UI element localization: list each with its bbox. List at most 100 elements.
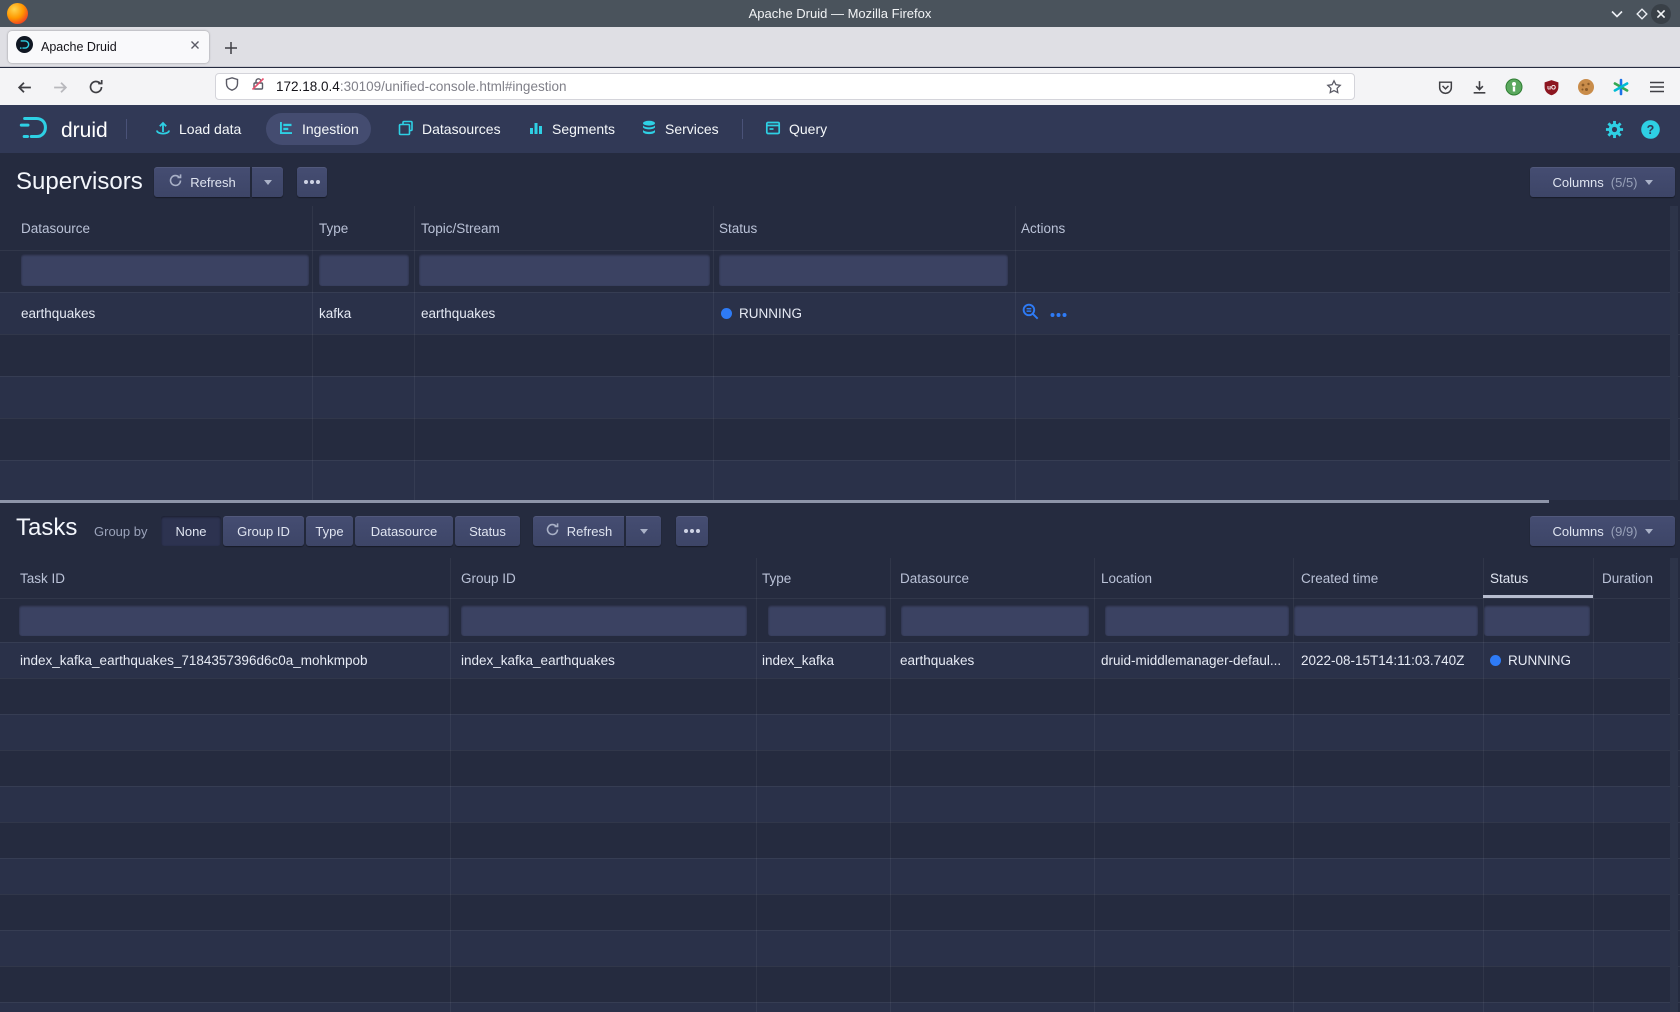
gear-icon[interactable] [1605, 120, 1624, 144]
druid-logo[interactable]: druid [18, 114, 108, 147]
tasks-title: Tasks [16, 514, 77, 542]
more-icon [683, 528, 701, 534]
nav-label: Load data [179, 121, 241, 137]
task-location-cell[interactable]: druid-middlemanager-defaul... [1101, 642, 1281, 678]
scrollbar[interactable] [1670, 206, 1678, 500]
group-by-datasource-button[interactable]: Datasource [355, 516, 453, 546]
window-close-icon[interactable] [1650, 3, 1672, 25]
column-header-status[interactable]: Status [1490, 558, 1528, 598]
nav-label: Datasources [422, 121, 501, 137]
column-header-group-id[interactable]: Group ID [461, 558, 516, 598]
group-by-group-id-button[interactable]: Group ID [223, 516, 304, 546]
empty-row [0, 858, 1670, 894]
row-divider [0, 858, 1680, 859]
column-header-type[interactable]: Type [319, 206, 348, 250]
column-header-status[interactable]: Status [719, 206, 757, 250]
forward-icon[interactable] [48, 75, 72, 99]
url-bar[interactable]: 172.18.0.4:30109/unified-console.html#in… [215, 73, 1355, 100]
column-header-topic-stream[interactable]: Topic/Stream [421, 206, 500, 250]
filter-group-id-input[interactable] [461, 605, 747, 636]
window-titlebar: Apache Druid — Mozilla Firefox [0, 0, 1680, 27]
insecure-lock-icon[interactable] [250, 76, 266, 97]
columns-label: Columns [1552, 175, 1603, 190]
nav-services[interactable]: Services [629, 113, 731, 145]
column-header-type[interactable]: Type [762, 558, 791, 598]
supervisors-refresh-dropdown-button[interactable] [252, 167, 283, 197]
task-status-cell[interactable]: RUNNING [1490, 642, 1571, 678]
more-icon[interactable] [1050, 306, 1067, 321]
column-header-actions: Actions [1021, 206, 1065, 250]
column-header-created-time[interactable]: Created time [1301, 558, 1378, 598]
tasks-refresh-dropdown-button[interactable] [626, 516, 661, 546]
supervisors-more-button[interactable] [297, 167, 327, 197]
tasks-table: Task ID Group ID Type Datasource Locatio… [0, 558, 1680, 1012]
section-splitter[interactable] [0, 500, 1549, 503]
row-divider [0, 1002, 1680, 1003]
group-by-type-button[interactable]: Type [306, 516, 353, 546]
nav-label: Segments [552, 121, 615, 137]
filter-status-input[interactable] [719, 254, 1008, 286]
filter-topic-stream-input[interactable] [419, 254, 710, 286]
nav-query[interactable]: Query [753, 113, 839, 145]
filter-datasource-input[interactable] [901, 605, 1089, 636]
nav-segments[interactable]: Segments [516, 113, 627, 145]
column-header-duration[interactable]: Duration [1602, 558, 1653, 598]
column-header-location[interactable]: Location [1101, 558, 1152, 598]
nav-ingestion[interactable]: Ingestion [266, 113, 371, 145]
filter-type-input[interactable] [768, 605, 886, 636]
nav-label: Query [789, 121, 827, 137]
bookmark-star-icon[interactable] [1326, 79, 1342, 100]
filter-created-time-input[interactable] [1294, 605, 1478, 636]
tab-close-icon[interactable] [189, 38, 201, 56]
task-created-time-cell[interactable]: 2022-08-15T14:11:03.740Z [1301, 642, 1464, 678]
magnify-icon[interactable] [1021, 302, 1040, 324]
row-divider [0, 894, 1680, 895]
row-divider [0, 250, 1680, 251]
supervisors-refresh-button[interactable]: Refresh [154, 167, 250, 197]
scrollbar[interactable] [1670, 558, 1678, 1012]
filter-task-id-input[interactable] [19, 605, 449, 636]
asterisk-extension-icon[interactable] [1609, 75, 1633, 99]
filter-location-input[interactable] [1105, 605, 1289, 636]
task-type-cell[interactable]: index_kafka [762, 642, 834, 678]
download-icon[interactable] [1467, 75, 1491, 99]
ublock-icon[interactable]: uO [1539, 75, 1563, 99]
url-text[interactable]: 172.18.0.4:30109/unified-console.html#in… [276, 79, 566, 94]
supervisor-type-cell[interactable]: kafka [319, 292, 351, 334]
back-icon[interactable] [12, 75, 36, 99]
group-by-label: Group by [94, 524, 147, 539]
help-icon[interactable]: ? [1641, 120, 1660, 144]
filter-type-input[interactable] [319, 254, 409, 286]
table-row[interactable] [0, 292, 1670, 334]
pocket-icon[interactable] [1433, 75, 1457, 99]
task-datasource-cell[interactable]: earthquakes [900, 642, 974, 678]
supervisor-status-cell[interactable]: RUNNING [721, 292, 802, 334]
supervisors-columns-button[interactable]: Columns (5/5) [1530, 167, 1675, 197]
task-id-cell[interactable]: index_kafka_earthquakes_7184357396d6c0a_… [20, 642, 368, 678]
window-minimize-icon[interactable] [1606, 3, 1628, 25]
filter-datasource-input[interactable] [21, 254, 309, 286]
supervisor-datasource-cell[interactable]: earthquakes [21, 292, 95, 334]
tasks-columns-button[interactable]: Columns (9/9) [1530, 516, 1675, 546]
tasks-refresh-button[interactable]: Refresh [533, 516, 624, 546]
column-header-datasource[interactable]: Datasource [900, 558, 969, 598]
group-by-status-button[interactable]: Status [455, 516, 520, 546]
column-header-datasource[interactable]: Datasource [21, 206, 90, 250]
nav-load-data[interactable]: Load data [143, 113, 253, 145]
task-group-id-cell[interactable]: index_kafka_earthquakes [461, 642, 615, 678]
supervisor-topic-cell[interactable]: earthquakes [421, 292, 495, 334]
extension-green-icon[interactable] [1502, 75, 1526, 99]
reload-icon[interactable] [84, 75, 108, 99]
new-tab-icon[interactable] [220, 37, 242, 59]
tracking-shield-icon[interactable] [224, 76, 240, 97]
tasks-more-button[interactable] [676, 516, 708, 546]
url-path: :30109/unified-console.html#ingestion [340, 79, 567, 94]
filter-status-input[interactable] [1484, 605, 1590, 636]
load-data-icon [155, 120, 171, 139]
column-header-task-id[interactable]: Task ID [20, 558, 65, 598]
hamburger-menu-icon[interactable] [1645, 75, 1669, 99]
cookie-icon[interactable] [1574, 75, 1598, 99]
browser-tab[interactable]: Apache Druid [8, 31, 209, 63]
group-by-none-button[interactable]: None [161, 516, 221, 546]
nav-datasources[interactable]: Datasources [386, 113, 513, 145]
